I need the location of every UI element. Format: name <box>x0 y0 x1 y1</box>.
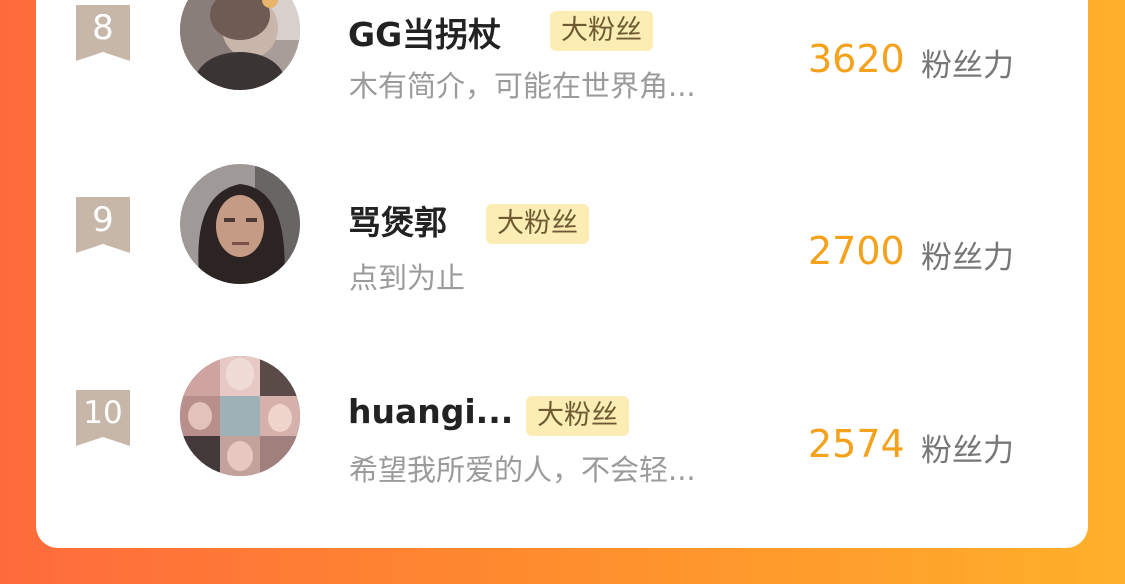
fan-level-badge: 大粉丝 <box>486 204 589 244</box>
avatar-photo <box>180 164 300 284</box>
avatar[interactable] <box>180 164 300 284</box>
rank-badge: 10 <box>76 390 130 446</box>
user-bio: 希望我所爱的人，不会轻... <box>349 453 696 487</box>
user-bio: 点到为止 <box>349 261 466 295</box>
user-name[interactable]: GG当拐杖 <box>348 8 501 56</box>
fan-ranking-card: 8 GG当拐杖 大粉丝 木有简介，可能在世界角... 3620 粉丝力 9 骂煲… <box>36 0 1088 548</box>
avatar[interactable] <box>180 0 300 90</box>
avatar-photo <box>180 0 300 90</box>
ranking-row-10[interactable]: 10 huangi... 大粉丝 希望我所爱的人，不会轻... 2574 粉丝力 <box>36 345 1088 505</box>
fan-power-label: 粉丝力 <box>921 240 1014 276</box>
rank-badge: 8 <box>76 5 130 61</box>
avatar-photo <box>180 356 300 476</box>
rank-badge: 9 <box>76 197 130 253</box>
fan-level-badge: 大粉丝 <box>550 11 653 51</box>
user-bio: 木有简介，可能在世界角... <box>349 69 696 103</box>
ranking-row-8[interactable]: 8 GG当拐杖 大粉丝 木有简介，可能在世界角... 3620 粉丝力 <box>36 0 1088 120</box>
fan-power-value: 2574 <box>808 422 905 466</box>
fan-power-value: 2700 <box>808 229 905 273</box>
ranking-row-9[interactable]: 9 骂煲郭 大粉丝 点到为止 2700 粉丝力 <box>36 152 1088 312</box>
fan-power-label: 粉丝力 <box>921 48 1014 84</box>
fan-level-badge: 大粉丝 <box>526 396 629 436</box>
fan-power-label: 粉丝力 <box>921 433 1014 469</box>
user-name[interactable]: huangi... <box>348 392 513 431</box>
avatar[interactable] <box>180 356 300 476</box>
user-name[interactable]: 骂煲郭 <box>348 196 447 244</box>
fan-power-value: 3620 <box>808 37 905 81</box>
